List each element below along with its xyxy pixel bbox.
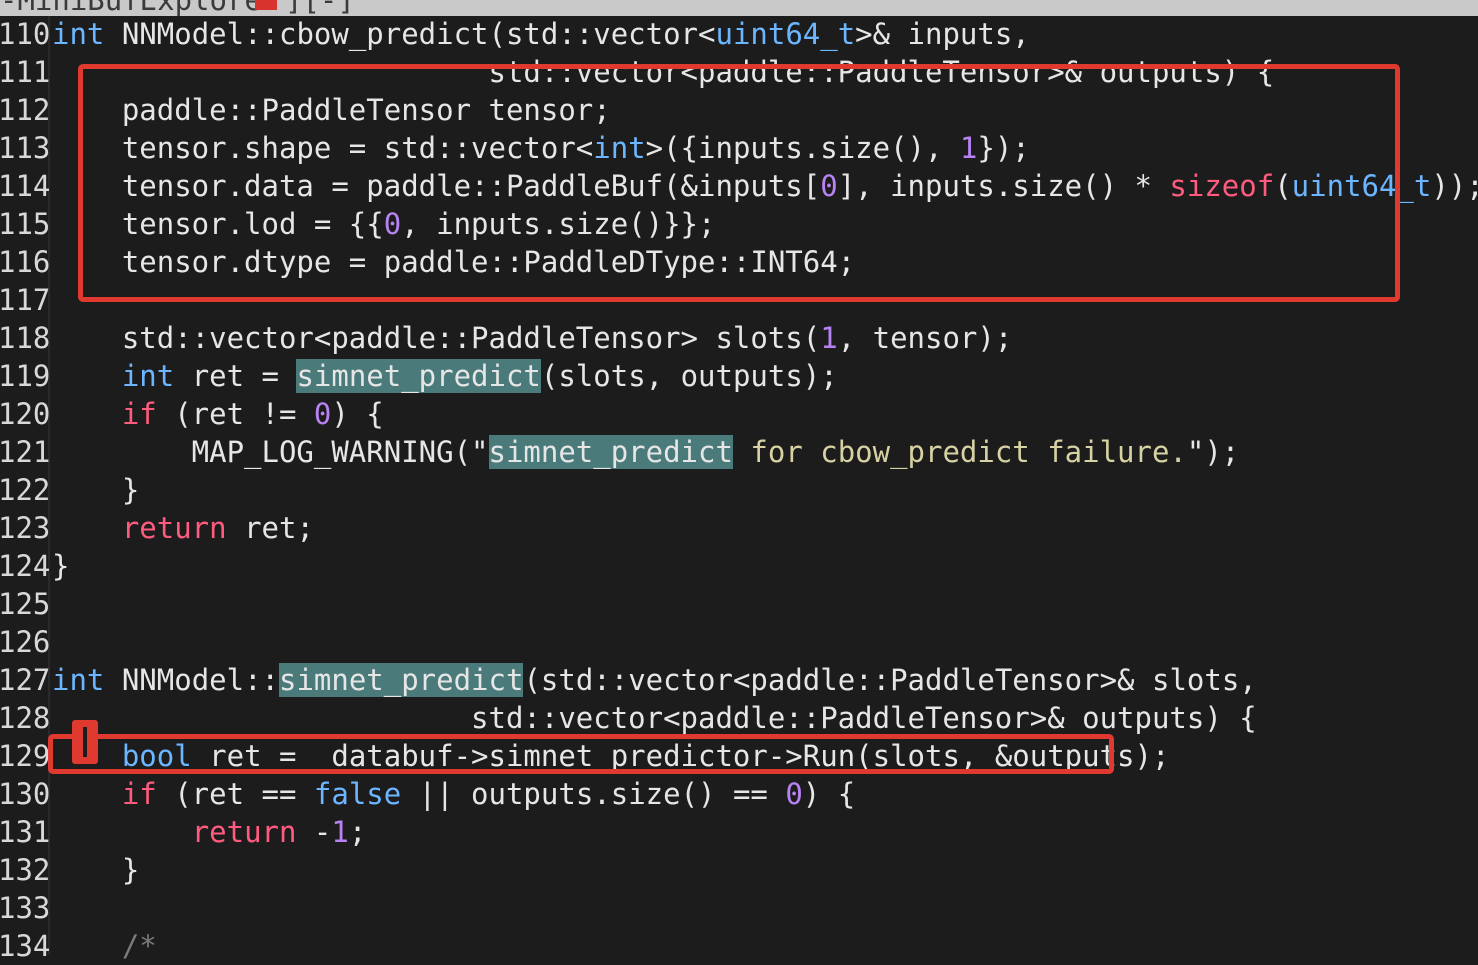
line-number: 124 [0, 549, 51, 583]
line-number: 133 [0, 891, 51, 925]
code-line[interactable]: 119 int ret = simnet_predict(slots, outp… [0, 357, 1478, 395]
line-number: 117 [0, 283, 51, 317]
code-line[interactable]: 127 int NNModel::simnet_predict(std::vect… [0, 661, 1478, 699]
line-number: 112 [0, 93, 51, 127]
code-line[interactable]: 124} [0, 547, 1478, 585]
line-number: 130 [0, 777, 51, 811]
line-number: 111 [0, 55, 51, 89]
code-line[interactable]: 123 return ret; [0, 509, 1478, 547]
line-number: 126 [0, 625, 51, 659]
line-number: 121 [0, 435, 51, 469]
line-number: 116 [0, 245, 51, 279]
line-number: 134 [0, 929, 51, 963]
line-source[interactable]: if (ret == false || outputs.size() == 0)… [52, 775, 855, 813]
modified-marker [255, 0, 277, 10]
line-number: 113 [0, 131, 51, 165]
cursor-marker-icon [72, 720, 98, 764]
code-line[interactable]: 128 std::vector<paddle::PaddleTensor>& o… [0, 699, 1478, 737]
line-source[interactable]: int ret = simnet_predict(slots, outputs)… [52, 357, 838, 395]
line-number: 123 [0, 511, 51, 545]
line-number: 122 [0, 473, 51, 507]
line-source[interactable]: /* [52, 927, 157, 965]
line-number: 118 [0, 321, 51, 355]
line-source[interactable]: MAP_LOG_WARNING("simnet_predict for cbow… [52, 433, 1239, 471]
line-number: 128 [0, 701, 51, 735]
line-source[interactable]: if (ret != 0) { [52, 395, 384, 433]
line-source[interactable]: return ret; [52, 509, 314, 547]
line-source[interactable]: std::vector<paddle::PaddleTensor>& outpu… [52, 699, 1257, 737]
code-line[interactable]: 126 [0, 623, 1478, 661]
line-number: 125 [0, 587, 51, 621]
code-line[interactable]: 122 } [0, 471, 1478, 509]
code-line[interactable]: 118 std::vector<paddle::PaddleTensor> sl… [0, 319, 1478, 357]
line-source[interactable]: return -1; [52, 813, 367, 851]
code-line[interactable]: 134 /* [0, 927, 1478, 965]
line-number: 110 [0, 17, 51, 51]
line-number: 129 [0, 739, 51, 773]
line-source[interactable]: } [52, 851, 139, 889]
line-number: 132 [0, 853, 51, 887]
line-source[interactable]: } [52, 547, 69, 585]
line-number: 114 [0, 169, 51, 203]
buffer-explorer-extra: ][-] [285, 0, 355, 16]
line-number: 131 [0, 815, 51, 849]
code-line[interactable]: 133 [0, 889, 1478, 927]
code-line[interactable]: 132 } [0, 851, 1478, 889]
annotation-box-tensor-setup [78, 64, 1400, 302]
code-line[interactable]: 131 return -1; [0, 813, 1478, 851]
line-number: 120 [0, 397, 51, 431]
line-number: 115 [0, 207, 51, 241]
line-number: 119 [0, 359, 51, 393]
line-source[interactable]: std::vector<paddle::PaddleTensor> slots(… [52, 319, 1012, 357]
buffer-tab-bar[interactable]: -MiniBufExplorer ][-] [0, 0, 1478, 16]
code-line[interactable]: 110 int NNModel::cbow_predict(std::vector… [0, 15, 1478, 53]
buffer-explorer-title[interactable]: -MiniBufExplorer [0, 0, 279, 16]
code-line[interactable]: 130 if (ret == false || outputs.size() =… [0, 775, 1478, 813]
code-line[interactable]: 125 [0, 585, 1478, 623]
code-line[interactable]: 121 MAP_LOG_WARNING("simnet_predict for … [0, 433, 1478, 471]
annotation-box-run-call [48, 734, 1114, 774]
code-line[interactable]: 120 if (ret != 0) { [0, 395, 1478, 433]
line-source[interactable]: } [52, 471, 139, 509]
line-source[interactable]: int NNModel::simnet_predict(std::vector<… [52, 661, 1257, 699]
line-source[interactable]: int NNModel::cbow_predict(std::vector<ui… [52, 15, 1030, 53]
line-number: 127 [0, 663, 51, 697]
